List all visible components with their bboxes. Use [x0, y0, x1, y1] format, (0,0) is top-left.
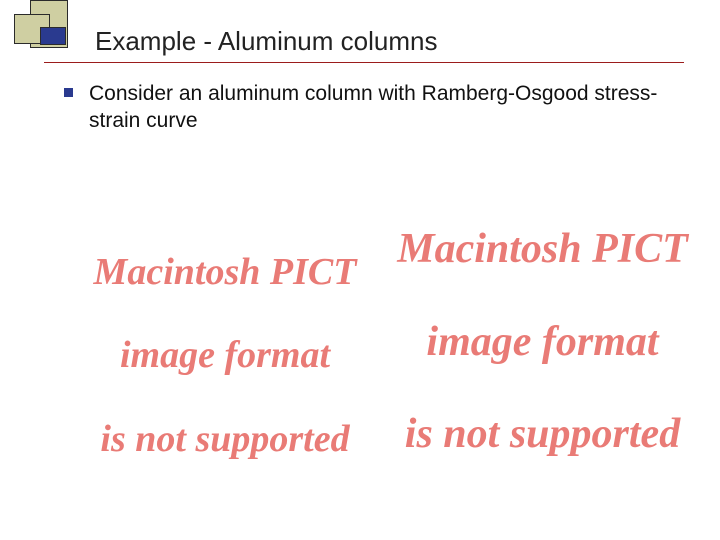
- missing-image-placeholder-right: Macintosh PICT image format is not suppo…: [375, 180, 710, 457]
- bullet-text: Consider an aluminum column with Ramberg…: [89, 80, 684, 135]
- missing-image-placeholder-left: Macintosh PICT image format is not suppo…: [65, 210, 385, 461]
- placeholder-line: Macintosh PICT: [397, 226, 688, 272]
- square-bullet-icon: [64, 88, 73, 97]
- logo-block-accent: [40, 27, 66, 45]
- placeholder-line: Macintosh PICT: [94, 251, 357, 293]
- slide-title: Example - Aluminum columns: [95, 26, 437, 57]
- placeholder-line: image format: [120, 334, 330, 376]
- placeholder-line: is not supported: [405, 411, 680, 457]
- title-underline: [44, 62, 684, 63]
- placeholder-line: is not supported: [100, 418, 349, 460]
- bullet-item: Consider an aluminum column with Ramberg…: [64, 80, 684, 135]
- slide: Example - Aluminum columns Consider an a…: [0, 0, 720, 540]
- placeholder-line: image format: [426, 319, 658, 365]
